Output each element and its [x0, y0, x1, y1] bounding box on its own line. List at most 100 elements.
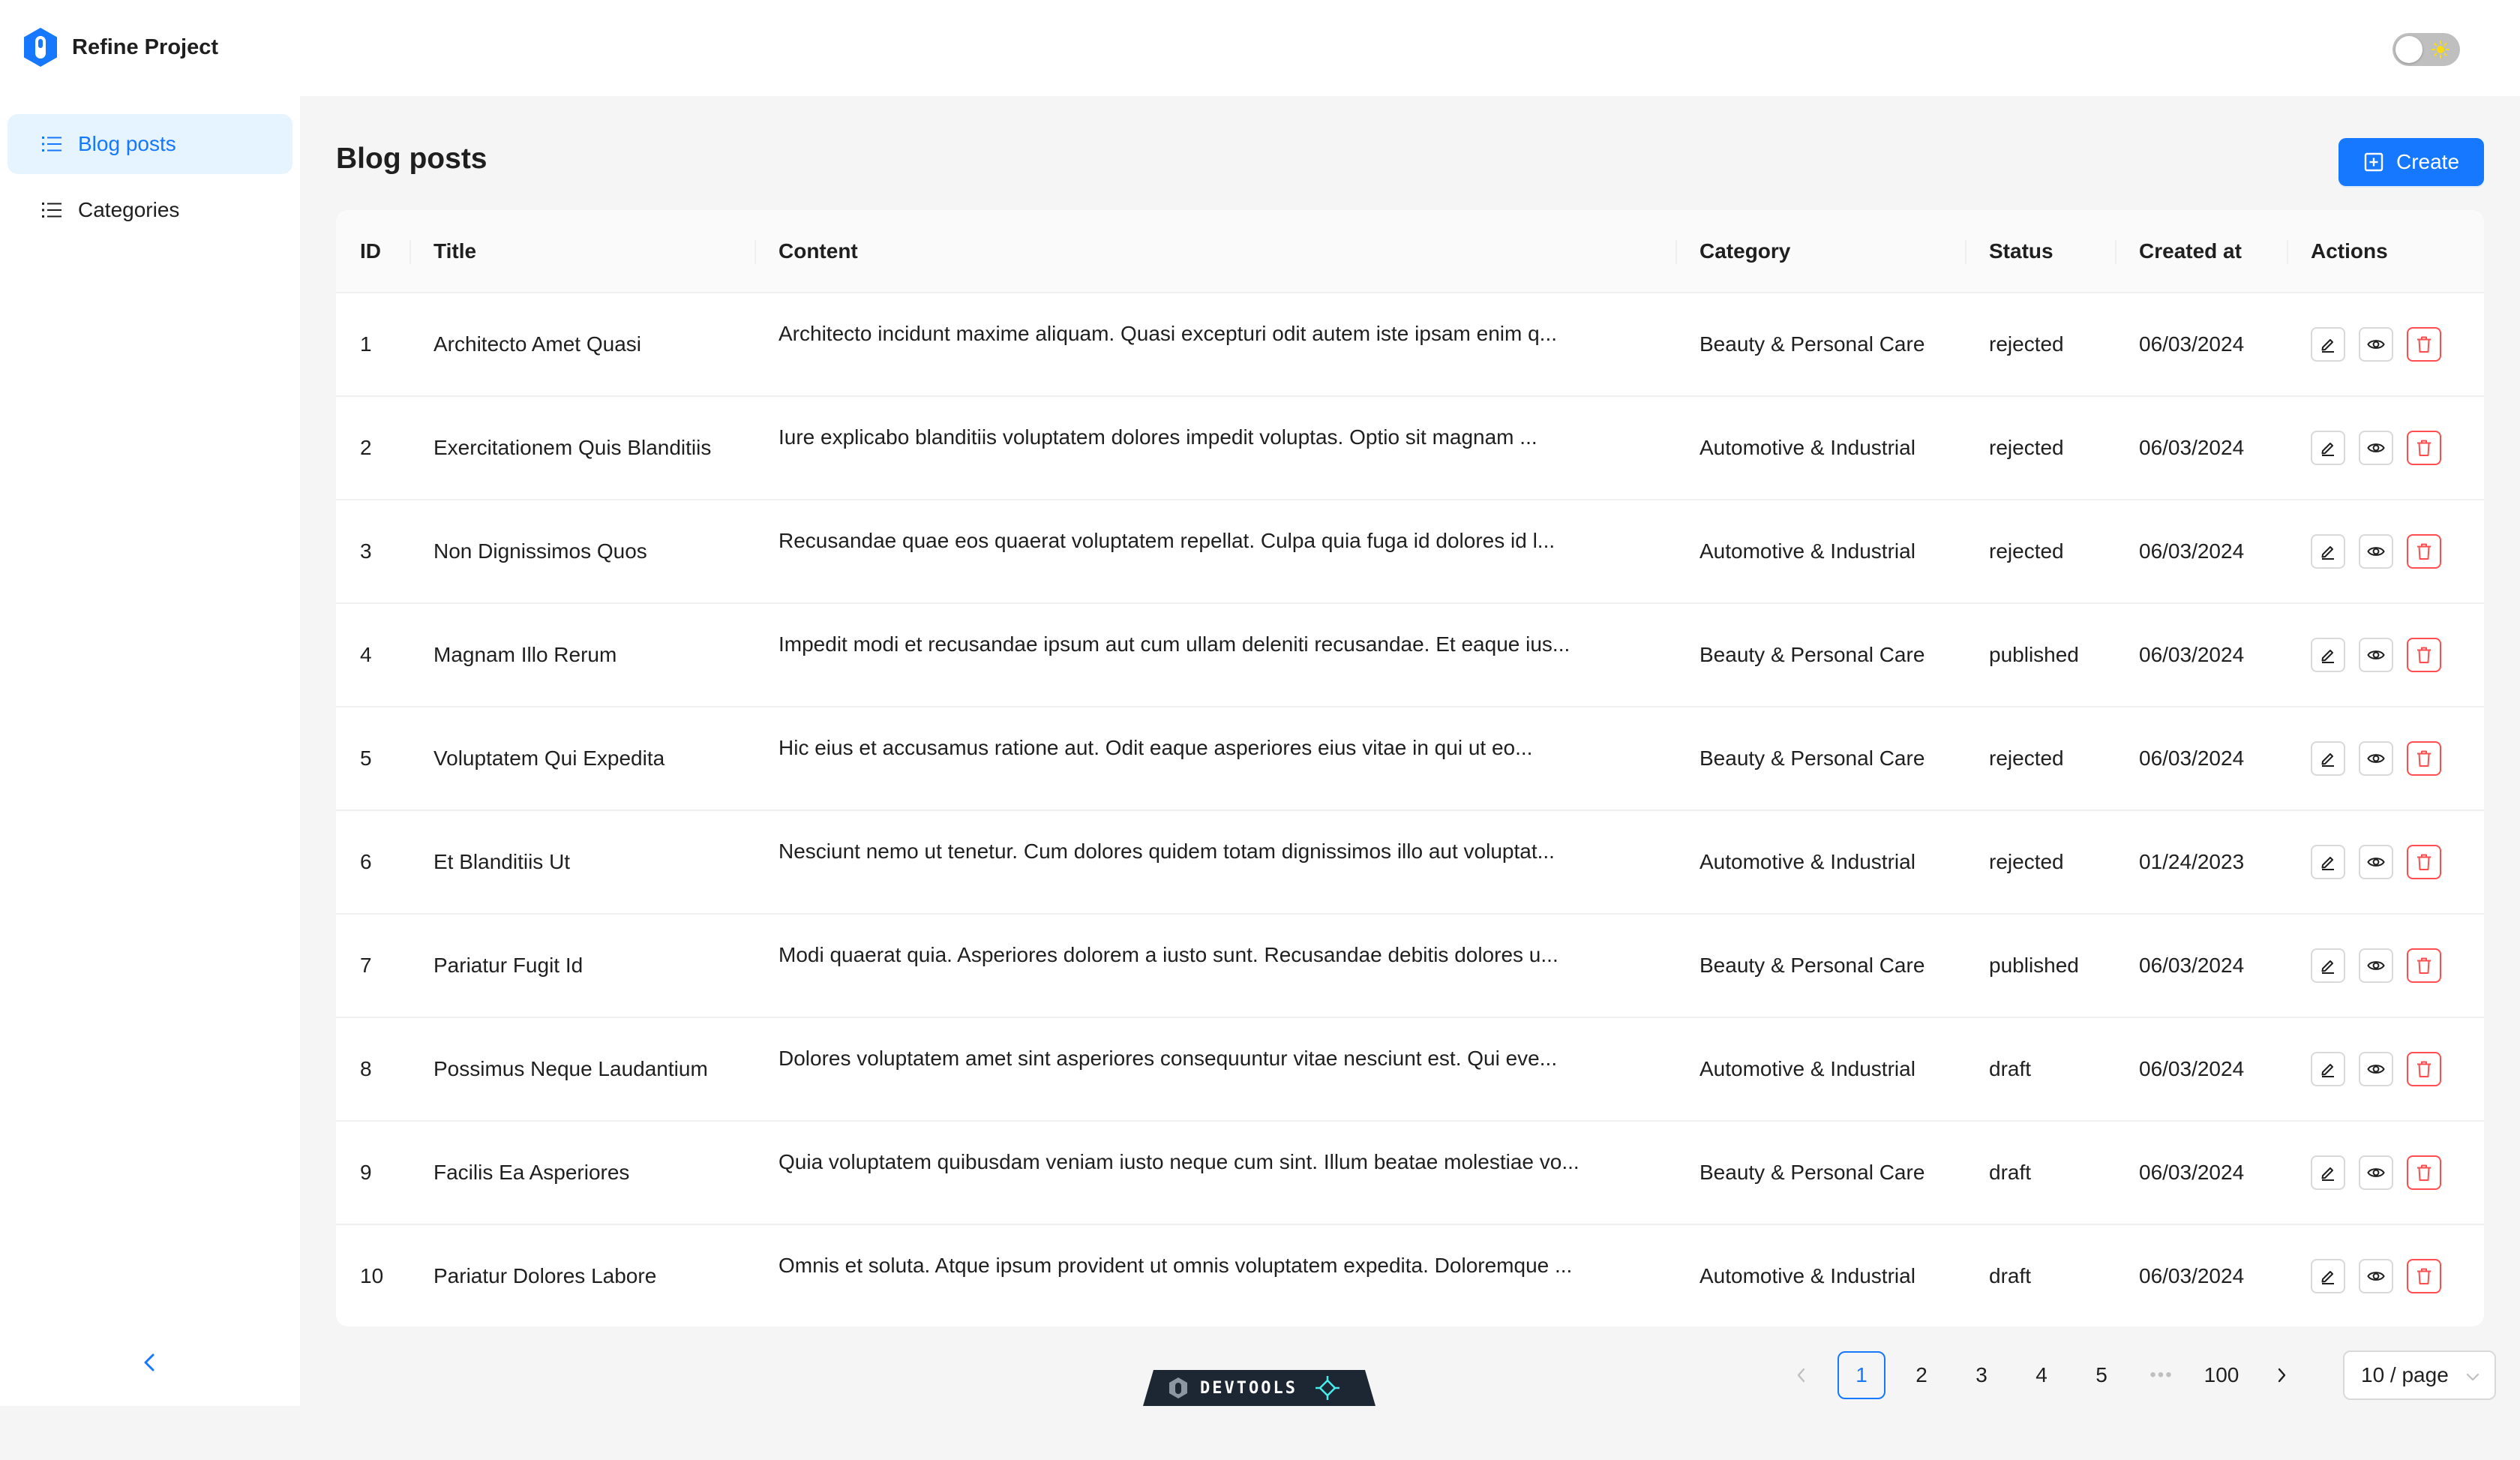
sidebar-item-blog-posts[interactable]: Blog posts	[8, 114, 292, 174]
show-button[interactable]	[2359, 638, 2393, 672]
cell-title: Possimus Neque Laudantium	[410, 1017, 754, 1122]
edit-button[interactable]	[2311, 327, 2345, 362]
sidebar-item-categories[interactable]: Categories	[8, 180, 292, 240]
edit-button[interactable]	[2311, 1259, 2345, 1293]
page-1-button[interactable]: 1	[1838, 1351, 1886, 1399]
table-row: 6 Et Blanditiis Ut Nesciunt nemo ut tenetu…	[336, 810, 2484, 915]
cell-created-at: 06/03/2024	[2115, 914, 2287, 1018]
column-header-status: Status	[1965, 210, 2115, 293]
delete-button[interactable]	[2407, 638, 2441, 672]
cell-actions	[2287, 1121, 2484, 1225]
edit-button[interactable]	[2311, 534, 2345, 569]
show-button[interactable]	[2359, 327, 2393, 362]
show-button[interactable]	[2359, 1155, 2393, 1190]
cell-category: Automotive & Industrial	[1676, 500, 1965, 604]
cell-created-at: 01/24/2023	[2115, 810, 2287, 915]
page-size-value: 10 / page	[2361, 1363, 2449, 1386]
cell-title: Pariatur Fugit Id	[410, 914, 754, 1018]
edit-button[interactable]	[2311, 1052, 2345, 1086]
cell-category: Beauty & Personal Care	[1676, 1121, 1965, 1225]
cell-created-at: 06/03/2024	[2115, 500, 2287, 604]
edit-button[interactable]	[2311, 845, 2345, 879]
cell-status: draft	[1965, 1121, 2115, 1225]
cell-actions	[2287, 914, 2484, 1018]
cell-actions	[2287, 293, 2484, 397]
previous-page-button[interactable]	[1778, 1351, 1826, 1399]
page-last-button[interactable]: 100	[2198, 1351, 2246, 1399]
eye-icon	[2367, 547, 2385, 556]
delete-icon	[2417, 336, 2431, 353]
delete-button[interactable]	[2407, 431, 2441, 465]
theme-toggle[interactable]	[2392, 33, 2460, 66]
show-button[interactable]	[2359, 1052, 2393, 1086]
create-button[interactable]: Create	[2338, 138, 2484, 186]
cell-id: 4	[336, 603, 410, 707]
eye-icon	[2367, 650, 2385, 659]
cell-category: Automotive & Industrial	[1676, 1224, 1965, 1326]
app-name: Refine Project	[72, 35, 218, 59]
cell-content: Quia voluptatem quibusdam veniam iusto n…	[754, 1121, 1676, 1225]
devtools-button[interactable]: DEVTOOLS	[1143, 1370, 1376, 1406]
delete-icon	[2417, 440, 2431, 456]
column-header-actions: Actions	[2287, 210, 2484, 293]
delete-button[interactable]	[2407, 1155, 2441, 1190]
cell-created-at: 06/03/2024	[2115, 707, 2287, 811]
edit-icon	[2321, 650, 2334, 663]
page-5-button[interactable]: 5	[2078, 1351, 2126, 1399]
delete-button[interactable]	[2407, 1259, 2441, 1293]
chevron-left-icon	[144, 1353, 154, 1371]
edit-button[interactable]	[2311, 948, 2345, 983]
show-button[interactable]	[2359, 1259, 2393, 1293]
show-button[interactable]	[2359, 431, 2393, 465]
page-4-button[interactable]: 4	[2018, 1351, 2066, 1399]
edit-icon	[2321, 857, 2334, 870]
edit-button[interactable]	[2311, 638, 2345, 672]
delete-icon	[2417, 1268, 2431, 1284]
cell-title: Pariatur Dolores Labore	[410, 1224, 754, 1326]
delete-button[interactable]	[2407, 741, 2441, 776]
cell-status: draft	[1965, 1224, 2115, 1326]
edit-button[interactable]	[2311, 741, 2345, 776]
unordered-list-icon	[42, 137, 62, 152]
delete-button[interactable]	[2407, 845, 2441, 879]
page-3-button[interactable]: 3	[1958, 1351, 2006, 1399]
cell-status: draft	[1965, 1017, 2115, 1122]
table-row: 4 Magnam Illo Rerum Impedit modi et recusa…	[336, 603, 2484, 707]
show-button[interactable]	[2359, 845, 2393, 879]
page-2-button[interactable]: 2	[1898, 1351, 1946, 1399]
show-button[interactable]	[2359, 741, 2393, 776]
delete-button[interactable]	[2407, 948, 2441, 983]
show-button[interactable]	[2359, 948, 2393, 983]
cell-title: Architecto Amet Quasi	[410, 293, 754, 397]
table-row: 8 Possimus Neque Laudantium Dolores volupt…	[336, 1017, 2484, 1122]
edit-button[interactable]	[2311, 431, 2345, 465]
edit-button[interactable]	[2311, 1155, 2345, 1190]
cell-content: Iure explicabo blanditiis voluptatem dol…	[754, 396, 1676, 500]
delete-button[interactable]	[2407, 534, 2441, 569]
blog-posts-table: ID Title Content Category Status Created…	[336, 210, 2484, 1326]
page-size-select[interactable]: 10 / page	[2343, 1350, 2496, 1400]
table-row: 2 Exercitationem Quis Blanditiis Iure expl…	[336, 396, 2484, 500]
toggle-knob	[2396, 36, 2422, 63]
table-row: 1 Architecto Amet Quasi Architecto incidun…	[336, 293, 2484, 397]
cell-category: Beauty & Personal Care	[1676, 603, 1965, 707]
cell-created-at: 06/03/2024	[2115, 396, 2287, 500]
eye-icon	[2367, 340, 2385, 349]
cell-content: Dolores voluptatem amet sint asperiores …	[754, 1017, 1676, 1122]
column-header-title: Title	[410, 210, 754, 293]
cell-created-at: 06/03/2024	[2115, 1017, 2287, 1122]
edit-icon	[2321, 546, 2334, 560]
show-button[interactable]	[2359, 534, 2393, 569]
jump-next-ellipsis[interactable]: •••	[2138, 1351, 2186, 1399]
sidebar-item-label: Categories	[78, 198, 180, 221]
cell-content: Impedit modi et recusandae ipsum aut cum…	[754, 603, 1676, 707]
sidebar-item-label: Blog posts	[78, 132, 176, 155]
cell-content: Omnis et soluta. Atque ipsum provident u…	[754, 1224, 1676, 1326]
delete-button[interactable]	[2407, 1052, 2441, 1086]
sidebar-collapse-button[interactable]	[135, 1347, 165, 1377]
cell-category: Beauty & Personal Care	[1676, 707, 1965, 811]
cell-created-at: 06/03/2024	[2115, 603, 2287, 707]
next-page-button[interactable]	[2258, 1351, 2306, 1399]
brand[interactable]: Refine Project	[22, 27, 218, 68]
delete-button[interactable]	[2407, 327, 2441, 362]
